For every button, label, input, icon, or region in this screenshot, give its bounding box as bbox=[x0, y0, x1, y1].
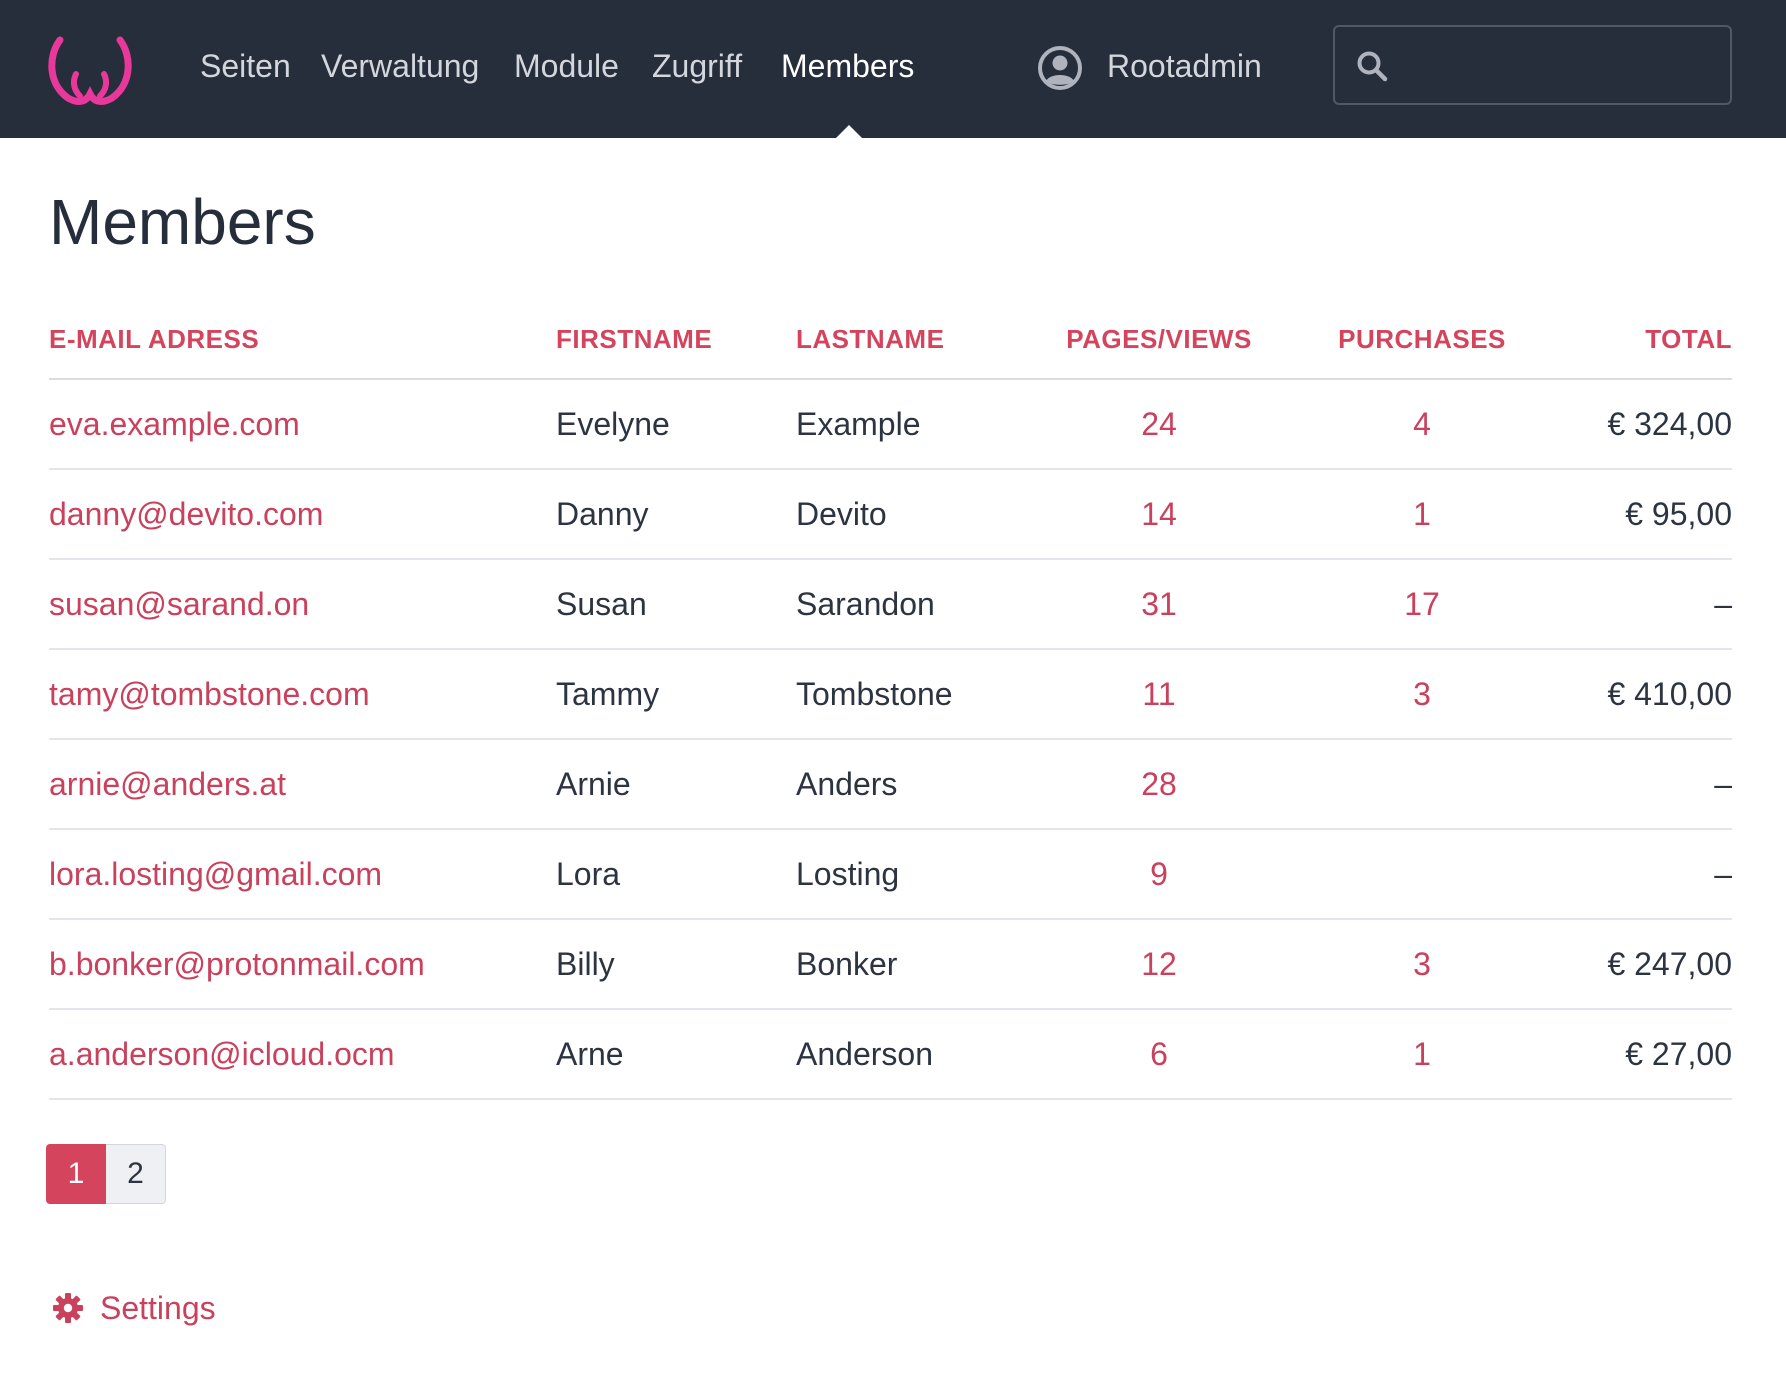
settings-label: Settings bbox=[100, 1289, 216, 1326]
active-nav-caret bbox=[836, 125, 862, 138]
column-header-pages-views[interactable]: PAGES/VIEWS bbox=[1049, 324, 1269, 355]
nav-item-seiten[interactable]: Seiten bbox=[200, 44, 291, 88]
nav-item-module[interactable]: Module bbox=[514, 44, 619, 88]
search-input[interactable] bbox=[1401, 35, 1721, 95]
pagination: 1 2 bbox=[46, 1144, 166, 1204]
member-pages-views[interactable]: 9 bbox=[1049, 852, 1269, 896]
member-purchases[interactable]: 3 bbox=[1312, 942, 1532, 986]
member-lastname: Bonker bbox=[796, 946, 898, 982]
logo-icon[interactable] bbox=[46, 34, 134, 108]
member-email-link[interactable]: a.anderson@icloud.ocm bbox=[49, 1032, 395, 1076]
member-email-link[interactable]: susan@sarand.on bbox=[49, 582, 309, 626]
member-total: € 95,00 bbox=[1625, 496, 1732, 532]
member-firstname: Lora bbox=[556, 856, 621, 892]
member-email-link[interactable]: tamy@tombstone.com bbox=[49, 672, 370, 716]
member-purchases[interactable]: 1 bbox=[1312, 1032, 1532, 1076]
column-header-lastname[interactable]: LASTNAME bbox=[796, 324, 944, 355]
table-row[interactable]: lora.losting@gmail.com Lora Losting 9 – bbox=[49, 830, 1732, 920]
member-purchases[interactable]: 4 bbox=[1312, 402, 1532, 446]
member-firstname: Tammy bbox=[556, 676, 660, 712]
search-box[interactable] bbox=[1333, 25, 1732, 105]
table-row[interactable]: arnie@anders.at Arnie Anders 28 – bbox=[49, 740, 1732, 830]
member-purchases[interactable]: 17 bbox=[1312, 582, 1532, 626]
member-firstname: Billy bbox=[556, 946, 615, 982]
member-firstname: Evelyne bbox=[556, 406, 670, 442]
member-purchases[interactable] bbox=[1312, 852, 1532, 896]
member-lastname: Devito bbox=[796, 496, 887, 532]
column-header-purchases[interactable]: PURCHASES bbox=[1312, 324, 1532, 355]
member-lastname: Example bbox=[796, 406, 921, 442]
table-row[interactable]: b.bonker@protonmail.com Billy Bonker 12 … bbox=[49, 920, 1732, 1010]
column-header-email[interactable]: E-MAIL ADRESS bbox=[49, 324, 259, 355]
row-divider bbox=[49, 1098, 1732, 1100]
member-purchases[interactable]: 3 bbox=[1312, 672, 1532, 716]
member-lastname: Losting bbox=[796, 856, 900, 892]
nav-item-members[interactable]: Members bbox=[781, 44, 914, 88]
gear-icon bbox=[53, 1293, 83, 1323]
table-row[interactable]: danny@devito.com Danny Devito 14 1 € 95,… bbox=[49, 470, 1732, 560]
page-button-2[interactable]: 2 bbox=[106, 1144, 166, 1204]
settings-link[interactable]: Settings bbox=[52, 1286, 216, 1330]
member-purchases[interactable] bbox=[1312, 762, 1532, 806]
member-email-link[interactable]: eva.example.com bbox=[49, 402, 300, 446]
top-navbar: Seiten Verwaltung Module Zugriff Members… bbox=[0, 0, 1786, 138]
member-firstname: Arnie bbox=[556, 766, 631, 802]
member-email-link[interactable]: danny@devito.com bbox=[49, 492, 323, 536]
member-total: € 27,00 bbox=[1625, 1036, 1732, 1072]
search-icon bbox=[1357, 51, 1388, 82]
member-total: – bbox=[1714, 856, 1732, 892]
member-purchases[interactable]: 1 bbox=[1312, 492, 1532, 536]
member-email-link[interactable]: lora.losting@gmail.com bbox=[49, 852, 382, 896]
member-total: € 410,00 bbox=[1607, 676, 1732, 712]
member-total: € 247,00 bbox=[1607, 946, 1732, 982]
member-pages-views[interactable]: 31 bbox=[1049, 582, 1269, 626]
table-row[interactable]: susan@sarand.on Susan Sarandon 31 17 – bbox=[49, 560, 1732, 650]
member-lastname: Anderson bbox=[796, 1036, 933, 1072]
member-total: € 324,00 bbox=[1607, 406, 1732, 442]
column-header-firstname[interactable]: FIRSTNAME bbox=[556, 324, 712, 355]
member-lastname: Sarandon bbox=[796, 586, 935, 622]
member-email-link[interactable]: arnie@anders.at bbox=[49, 762, 286, 806]
member-total: – bbox=[1714, 586, 1732, 622]
member-firstname: Susan bbox=[556, 586, 647, 622]
nav-item-verwaltung[interactable]: Verwaltung bbox=[321, 44, 479, 88]
member-pages-views[interactable]: 11 bbox=[1049, 672, 1269, 716]
table-row[interactable]: tamy@tombstone.com Tammy Tombstone 11 3 … bbox=[49, 650, 1732, 740]
page-title: Members bbox=[49, 186, 316, 258]
member-pages-views[interactable]: 14 bbox=[1049, 492, 1269, 536]
user-circle-icon[interactable] bbox=[1037, 45, 1083, 91]
nav-item-zugriff[interactable]: Zugriff bbox=[652, 44, 742, 88]
table-row[interactable]: a.anderson@icloud.ocm Arne Anderson 6 1 … bbox=[49, 1010, 1732, 1100]
member-pages-views[interactable]: 12 bbox=[1049, 942, 1269, 986]
user-menu-name[interactable]: Rootadmin bbox=[1107, 44, 1262, 88]
member-pages-views[interactable]: 24 bbox=[1049, 402, 1269, 446]
member-pages-views[interactable]: 6 bbox=[1049, 1032, 1269, 1076]
page-button-1[interactable]: 1 bbox=[46, 1144, 106, 1204]
member-total: – bbox=[1714, 766, 1732, 802]
member-firstname: Arne bbox=[556, 1036, 624, 1072]
member-pages-views[interactable]: 28 bbox=[1049, 762, 1269, 806]
column-header-total[interactable]: TOTAL bbox=[1645, 324, 1732, 355]
member-email-link[interactable]: b.bonker@protonmail.com bbox=[49, 942, 425, 986]
table-row[interactable]: eva.example.com Evelyne Example 24 4 € 3… bbox=[49, 380, 1732, 470]
member-lastname: Tombstone bbox=[796, 676, 953, 712]
member-lastname: Anders bbox=[796, 766, 898, 802]
member-firstname: Danny bbox=[556, 496, 649, 532]
